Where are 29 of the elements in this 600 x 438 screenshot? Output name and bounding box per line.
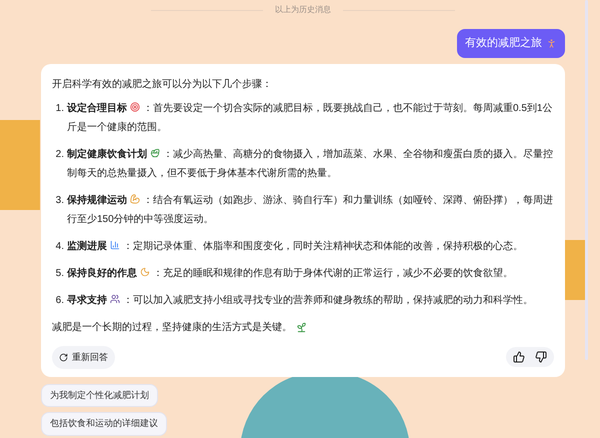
step-number: 6. bbox=[54, 294, 64, 308]
thumbs-up-icon[interactable] bbox=[513, 351, 525, 363]
step-number: 3. bbox=[54, 194, 64, 208]
step-number: 2. bbox=[54, 148, 64, 162]
suggestion-chip[interactable]: 包括饮食和运动的详细建议 bbox=[41, 412, 167, 436]
people-icon bbox=[110, 294, 120, 304]
step-text: 保持规律运动 ：结合有氧运动（如跑步、游泳、骑自行车）和力量训练（如哑铃、深蹲、俯卧撑），每周进行至少150分钟的中等强度运动。 bbox=[67, 192, 554, 226]
refresh-icon bbox=[59, 352, 68, 362]
history-divider-label: 以上为历史消息 bbox=[275, 4, 331, 16]
thumbs-down-icon[interactable] bbox=[535, 351, 547, 363]
bar-chart-icon bbox=[110, 240, 120, 250]
target-icon bbox=[130, 102, 140, 112]
step-text: 设定合理目标 ：首先要设定一个切合实际的减肥目标，既要挑战自己，也不能过于苛刻。每周减重0.5到1公斤是一个健康的范围。 bbox=[67, 100, 554, 134]
answer-intro: 开启科学有效的减肥之旅可以分为以下几个步骤： bbox=[52, 78, 273, 92]
step-text: 制定健康饮食计划 ：减少高热量、高糖分的食物摄入，增加蔬菜、水果、全谷物和瘦蛋白质的摄入。尽量控制每天的总热量摄入，但不要低于身体基本代谢所需的热量。 bbox=[67, 146, 554, 180]
suggestion-chip[interactable]: 为我制定个性化减肥计划 bbox=[41, 384, 158, 407]
answer-conclusion: 减肥是一个长期的过程，坚持健康的生活方式是关键。 bbox=[52, 320, 292, 334]
step-text: 寻求支持 ：可以加入减肥支持小组或寻找专业的营养师和健身教练的帮助，保持减肥的动力和科学性。 bbox=[67, 292, 534, 308]
seedling-icon bbox=[296, 322, 307, 332]
regenerate-button[interactable]: 重新回答 bbox=[52, 346, 115, 368]
step-number: 1. bbox=[54, 102, 64, 116]
step-number: 4. bbox=[54, 240, 64, 254]
step-text: 监测进展 ：定期记录体重、体脂率和围度变化，同时关注精神状态和体能的改善，保持积极的心态。 bbox=[67, 238, 524, 254]
step-text: 保持良好的作息 ：充足的睡眠和规律的作息有助于身体代谢的正常运行，减少不必要的饮食欲望。 bbox=[67, 266, 514, 280]
user-message-text: 有效的减肥之旅 bbox=[465, 36, 542, 51]
flexed-arm-icon bbox=[130, 194, 140, 204]
moon-icon bbox=[140, 266, 150, 276]
step-number: 5. bbox=[54, 266, 64, 280]
salad-bowl-icon bbox=[150, 148, 160, 158]
